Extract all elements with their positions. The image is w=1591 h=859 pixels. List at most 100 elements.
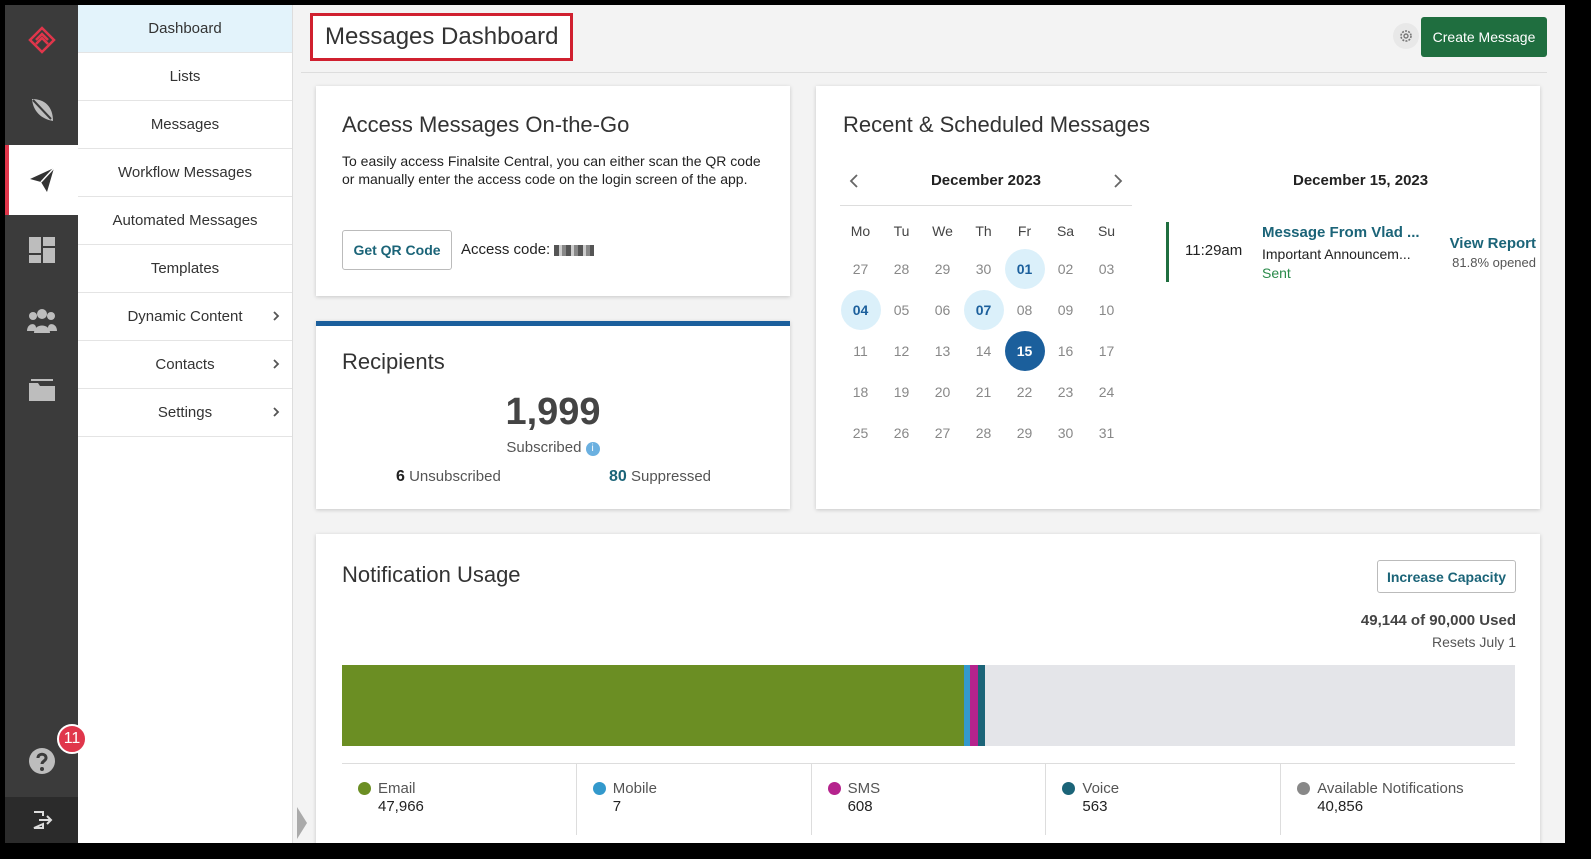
calendar-day[interactable]: 10 xyxy=(1087,290,1127,330)
calendar-day[interactable]: 13 xyxy=(923,331,963,371)
calendar-day[interactable]: 04 xyxy=(840,289,881,330)
calendar-day[interactable]: 02 xyxy=(1046,249,1086,289)
logout-icon[interactable] xyxy=(5,797,78,843)
unsubscribed-count: 6 xyxy=(396,468,405,485)
calendar-day[interactable]: 11 xyxy=(841,331,881,371)
nav-workflow-messages[interactable]: Workflow Messages xyxy=(78,149,292,197)
nav-dashboard[interactable]: Dashboard xyxy=(78,5,292,53)
suppressed-stat[interactable]: 80 Suppressed xyxy=(609,468,711,486)
legend-item: Mobile 7 xyxy=(577,764,812,835)
app-frame: 11 Dashboard Lists Messages Workflow Mes… xyxy=(5,5,1565,843)
nav-settings[interactable]: Settings xyxy=(78,389,292,437)
calendar-day[interactable]: 30 xyxy=(1046,413,1086,453)
access-code: Access code: xyxy=(461,241,595,258)
access-code-label: Access code: xyxy=(461,241,551,258)
usage-segment xyxy=(969,665,978,746)
legend-label: Voice xyxy=(1062,780,1280,797)
calendar-grid: Mo Tu We Th Fr Sa Su 27 28 29 30 01 02 03 04 05 06 07 08 09… xyxy=(840,214,1132,453)
folder-icon[interactable] xyxy=(5,355,78,425)
calendar-day[interactable]: 22 xyxy=(1005,372,1045,412)
recipients-title: Recipients xyxy=(342,349,445,374)
nav-dynamic-content[interactable]: Dynamic Content xyxy=(78,293,292,341)
suppressed-count: 80 xyxy=(609,468,627,485)
people-icon[interactable] xyxy=(5,285,78,355)
nav-lists[interactable]: Lists xyxy=(78,53,292,101)
legend-value: 563 xyxy=(1082,798,1108,815)
calendar-day[interactable]: 01 xyxy=(1004,248,1045,289)
create-message-button[interactable]: Create Message xyxy=(1421,17,1547,57)
calendar-day[interactable]: 09 xyxy=(1046,290,1086,330)
usage-segment xyxy=(985,665,1516,746)
calendar-day[interactable]: 28 xyxy=(964,413,1004,453)
weekday-label: Fr xyxy=(1017,223,1032,239)
calendar-day[interactable]: 28 xyxy=(882,249,922,289)
chevron-left-icon[interactable] xyxy=(846,172,864,190)
calendar-day[interactable]: 23 xyxy=(1046,372,1086,412)
send-icon[interactable] xyxy=(5,145,78,215)
page-title: Messages Dashboard xyxy=(310,13,574,61)
calendar-month: December 2023 xyxy=(930,172,1042,189)
nav-label: Templates xyxy=(150,260,220,277)
notification-badge: 11 xyxy=(57,724,87,754)
sub-navigation: Dashboard Lists Messages Workflow Messag… xyxy=(78,5,293,843)
increase-capacity-button[interactable]: Increase Capacity xyxy=(1377,560,1516,593)
calendar-day[interactable]: 24 xyxy=(1087,372,1127,412)
info-icon[interactable]: i xyxy=(585,442,600,456)
schedule-card: Recent & Scheduled Messages December 202… xyxy=(816,86,1540,509)
message-title-link[interactable]: Message From Vlad ... xyxy=(1262,224,1432,241)
calendar-day[interactable]: 17 xyxy=(1087,331,1127,371)
calendar-day[interactable]: 20 xyxy=(923,372,963,412)
usage-legend: Email 47,966 Mobile 7 SMS 608 Voice 563 Availabl… xyxy=(342,763,1515,835)
message-entry[interactable]: 11:29am Message From Vlad ... Important … xyxy=(1166,222,1536,282)
calendar-day[interactable]: 27 xyxy=(923,413,963,453)
calendar-day[interactable]: 21 xyxy=(964,372,1004,412)
access-code-redacted xyxy=(554,244,595,256)
calendar-day[interactable]: 29 xyxy=(1005,413,1045,453)
calendar: December 2023 Mo Tu We Th Fr Sa Su 27 28 29 30 01 02… xyxy=(840,166,1132,453)
settings-gear-button[interactable] xyxy=(1393,23,1419,49)
view-report-link[interactable]: View Report xyxy=(1450,235,1536,252)
calendar-day[interactable]: 25 xyxy=(841,413,881,453)
calendar-day[interactable]: 15 xyxy=(1004,330,1045,371)
nav-messages[interactable]: Messages xyxy=(78,101,292,149)
recipients-card: Recipients 1,999 Subscribed i 6 Unsubscr… xyxy=(316,321,790,509)
legend-value: 40,856 xyxy=(1317,798,1364,815)
calendar-day[interactable]: 05 xyxy=(882,290,922,330)
access-title: Access Messages On-the-Go xyxy=(342,112,630,137)
calendar-day[interactable]: 14 xyxy=(964,331,1004,371)
nav-contacts[interactable]: Contacts xyxy=(78,341,292,389)
legend-item: Available Notifications 40,856 xyxy=(1281,764,1515,835)
calendar-day[interactable]: 30 xyxy=(964,249,1004,289)
legend-dot-icon xyxy=(827,782,841,795)
access-card: Access Messages On-the-Go To easily acce… xyxy=(316,86,790,296)
calendar-day[interactable]: 31 xyxy=(1087,413,1127,453)
calendar-day[interactable]: 06 xyxy=(923,290,963,330)
feather-icon[interactable] xyxy=(5,75,78,145)
legend-dot-icon xyxy=(592,782,606,795)
get-qr-code-button[interactable]: Get QR Code xyxy=(342,230,452,270)
weekday-label: We xyxy=(932,223,953,239)
calendar-day[interactable]: 03 xyxy=(1087,249,1127,289)
calendar-day[interactable]: 12 xyxy=(882,331,922,371)
calendar-day[interactable]: 18 xyxy=(841,372,881,412)
calendar-day[interactable]: 27 xyxy=(841,249,881,289)
dashboard-grid-icon[interactable] xyxy=(5,215,78,285)
legend-dot-icon xyxy=(1297,782,1311,795)
calendar-day[interactable]: 08 xyxy=(1005,290,1045,330)
calendar-day[interactable]: 07 xyxy=(963,289,1004,330)
legend-name: Mobile xyxy=(612,780,657,797)
subscribed-text: Subscribed xyxy=(506,439,582,456)
nav-automated-messages[interactable]: Automated Messages xyxy=(78,197,292,245)
chevron-right-icon[interactable] xyxy=(1108,172,1126,190)
calendar-day[interactable]: 26 xyxy=(882,413,922,453)
message-opened-rate: 81.8% opened xyxy=(1452,255,1536,270)
nav-label: Automated Messages xyxy=(112,212,258,229)
calendar-day[interactable]: 16 xyxy=(1046,331,1086,371)
legend-item: Email 47,966 xyxy=(342,764,577,835)
nav-templates[interactable]: Templates xyxy=(78,245,292,293)
logo-icon[interactable] xyxy=(5,5,78,75)
usage-used: 49,144 of 90,000 Used xyxy=(1360,612,1516,629)
calendar-day[interactable]: 29 xyxy=(923,249,963,289)
weekday-label: Su xyxy=(1097,223,1116,239)
calendar-day[interactable]: 19 xyxy=(882,372,922,412)
